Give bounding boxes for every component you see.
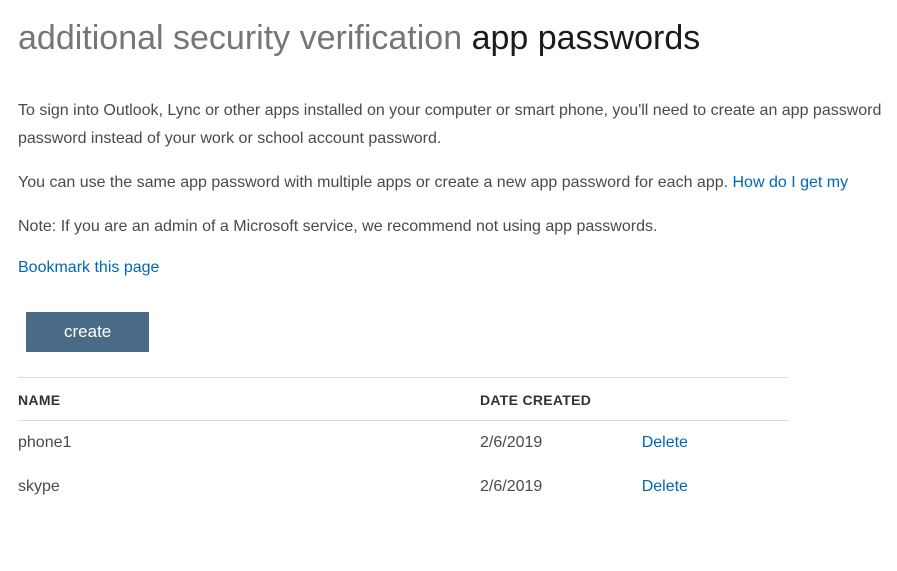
delete-link[interactable]: Delete: [642, 478, 688, 495]
col-action-header: [642, 377, 788, 420]
intro-text: To sign into Outlook, Lync or other apps…: [18, 99, 897, 151]
title-prefix: additional security verification: [18, 19, 462, 57]
table-row: phone1 2/6/2019 Delete: [18, 420, 788, 465]
intro-line2: password instead of your work or school …: [18, 127, 897, 151]
reuse-text: You can use the same app password with m…: [18, 174, 733, 191]
delete-link[interactable]: Delete: [642, 434, 688, 451]
title-current: app passwords: [472, 19, 701, 57]
bookmark-link[interactable]: Bookmark this page: [18, 259, 897, 277]
col-date-header: DATE CREATED: [480, 377, 642, 420]
create-button[interactable]: create: [26, 312, 149, 352]
reuse-paragraph: You can use the same app password with m…: [18, 171, 897, 195]
how-do-i-link[interactable]: How do I get my: [733, 174, 849, 191]
col-name-header: NAME: [18, 377, 480, 420]
row-name: phone1: [18, 420, 480, 465]
table-row: skype 2/6/2019 Delete: [18, 465, 788, 509]
intro-line1: To sign into Outlook, Lync or other apps…: [18, 99, 897, 123]
admin-note: Note: If you are an admin of a Microsoft…: [18, 215, 897, 239]
row-date: 2/6/2019: [480, 420, 642, 465]
row-name: skype: [18, 465, 480, 509]
row-date: 2/6/2019: [480, 465, 642, 509]
page-title: additional security verification app pas…: [18, 18, 897, 59]
app-passwords-table: NAME DATE CREATED phone1 2/6/2019 Delete…: [18, 377, 788, 509]
